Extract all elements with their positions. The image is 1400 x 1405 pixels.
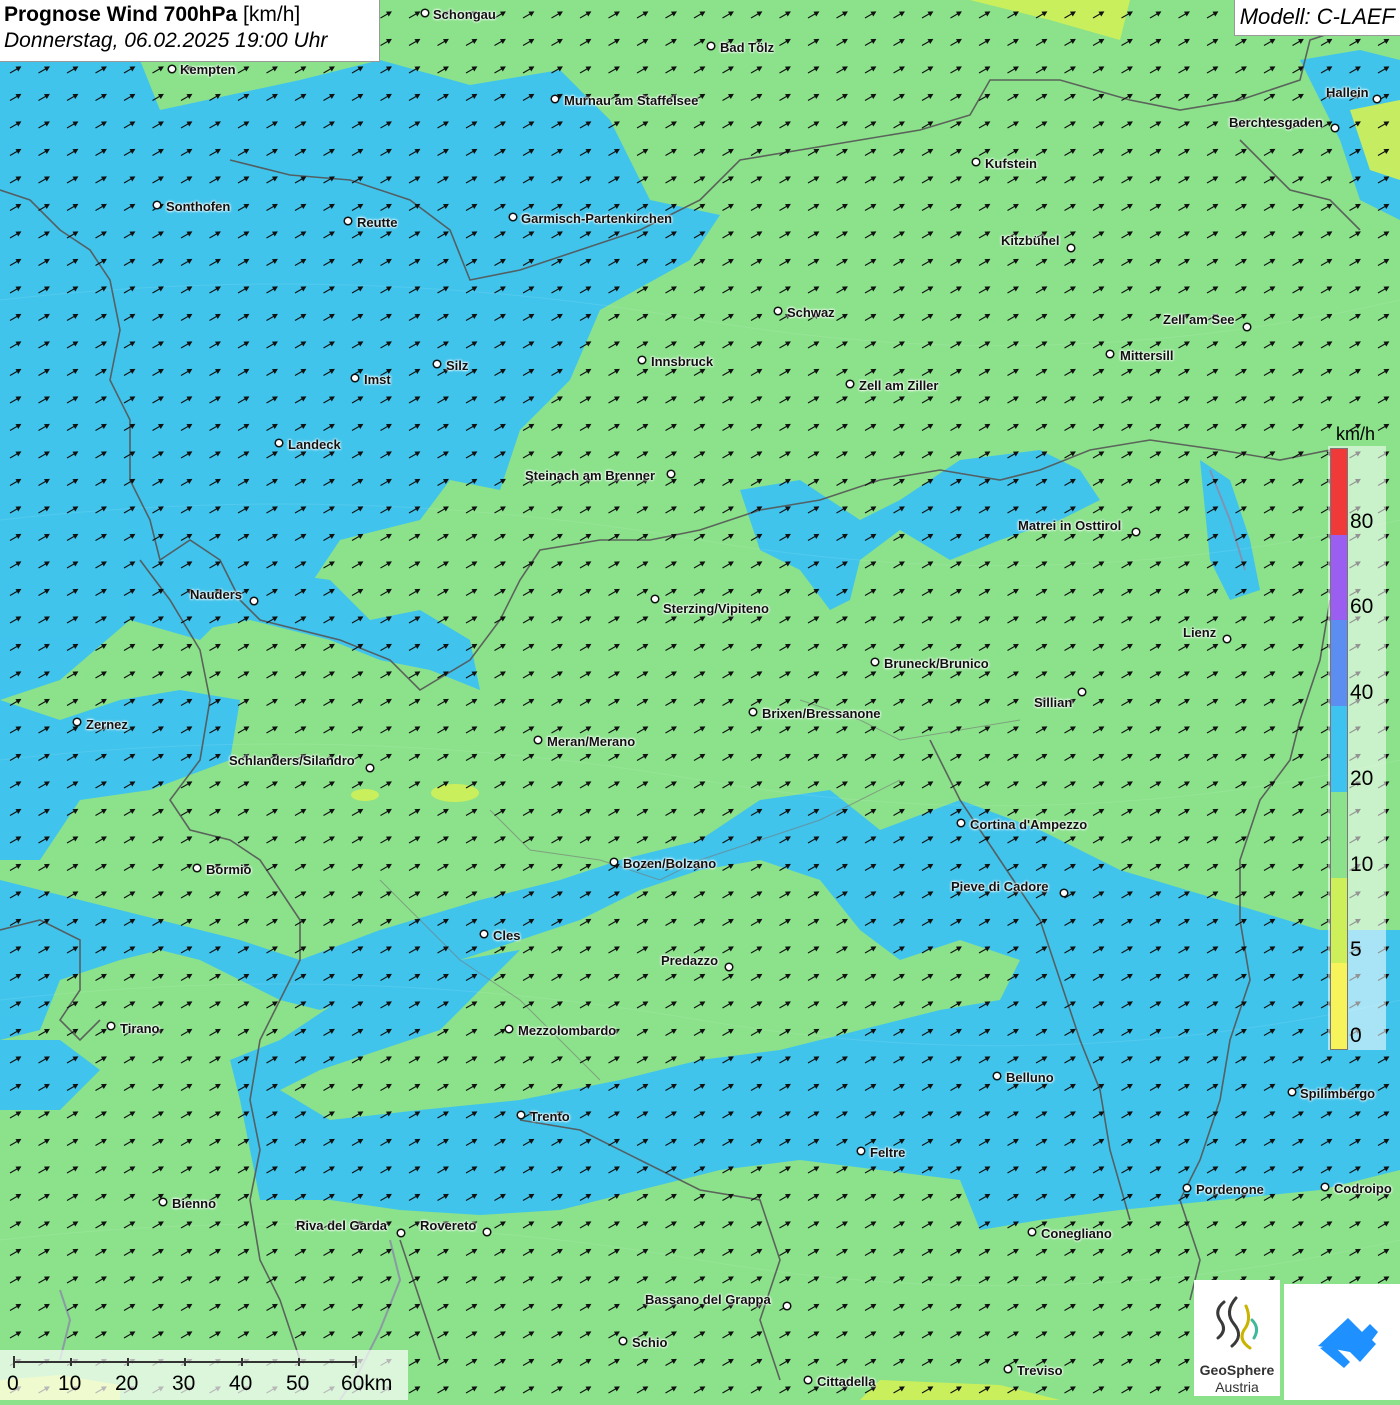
- city-marker: [420, 8, 430, 18]
